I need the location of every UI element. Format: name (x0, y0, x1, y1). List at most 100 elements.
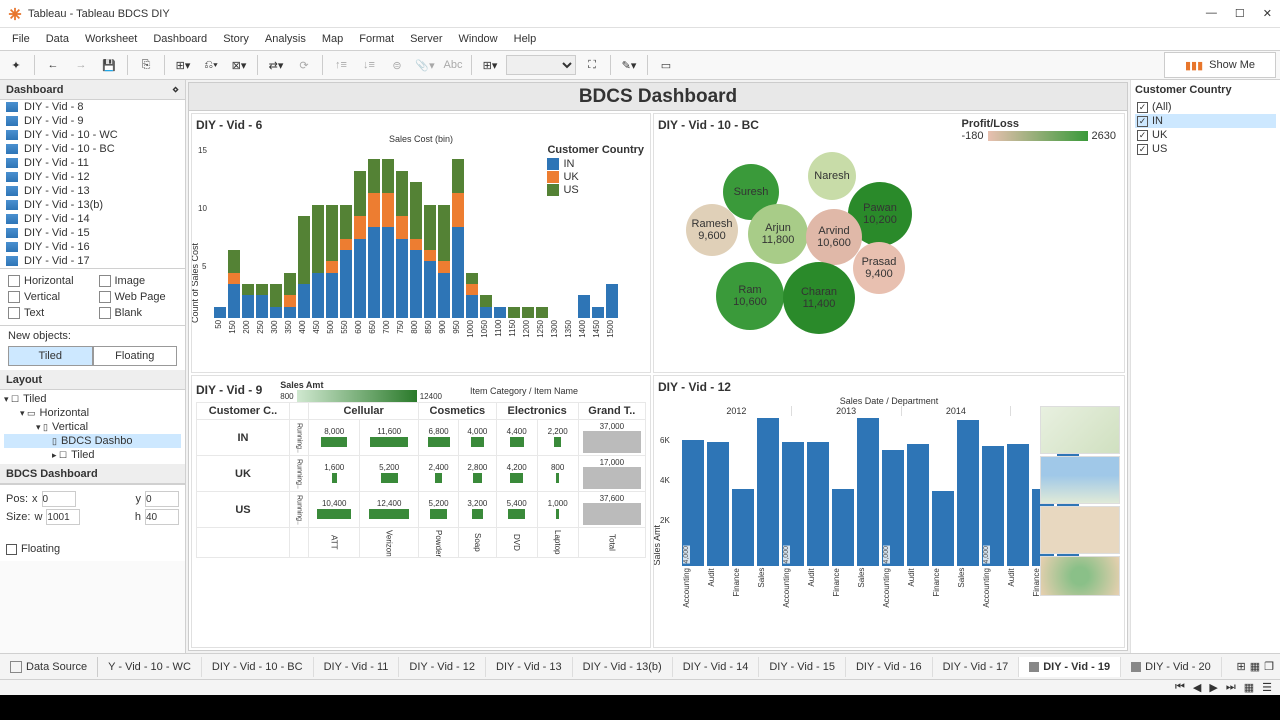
object-text[interactable]: Text (8, 307, 87, 319)
clear-icon[interactable]: ⊠▾ (227, 53, 251, 77)
minimize-button[interactable]: — (1206, 7, 1217, 20)
bubble-ram[interactable]: Ram10,600 (716, 262, 784, 330)
layout-item[interactable]: ▯BDCS Dashbo (4, 434, 181, 448)
tiled-button[interactable]: Tiled (8, 346, 93, 366)
presentation-icon[interactable]: ⛶ (580, 53, 604, 77)
filter-item-UK[interactable]: ✓UK (1135, 128, 1276, 142)
thumb-3[interactable] (1040, 506, 1120, 554)
label-icon[interactable]: Abc (441, 53, 465, 77)
new-story-icon[interactable]: ❐ (1264, 660, 1274, 673)
new-sheet-icon[interactable]: ⊞▾ (171, 53, 195, 77)
sheet-item[interactable]: DIY - Vid - 13(b) (0, 198, 185, 212)
tab-y-vid-10-wc[interactable]: Y - Vid - 10 - WC (98, 657, 202, 677)
close-button[interactable]: ✕ (1263, 7, 1272, 20)
pin-icon[interactable]: 📎▾ (413, 53, 437, 77)
tab-diy-vid-13[interactable]: DIY - Vid - 13 (486, 657, 573, 677)
forward-icon[interactable]: → (69, 53, 93, 77)
bubble-arvind[interactable]: Arvind10,600 (806, 209, 862, 265)
layout-item[interactable]: ▾ ▯Vertical (4, 420, 181, 434)
layout-item[interactable]: ▾ ☐Tiled (4, 392, 181, 406)
layout-item[interactable]: ▸ ☐Tiled (4, 448, 181, 462)
filter-item-IN[interactable]: ✓IN (1135, 114, 1276, 128)
sheet-item[interactable]: DIY - Vid - 12 (0, 170, 185, 184)
tab-diy-vid-17[interactable]: DIY - Vid - 17 (933, 657, 1020, 677)
menu-server[interactable]: Server (404, 31, 448, 47)
sheet-item[interactable]: DIY - Vid - 16 (0, 240, 185, 254)
bubble-arjun[interactable]: Arjun11,800 (748, 204, 808, 264)
menu-help[interactable]: Help (508, 31, 543, 47)
floating-button[interactable]: Floating (93, 346, 178, 366)
sheet-item[interactable]: DIY - Vid - 14 (0, 212, 185, 226)
menu-dashboard[interactable]: Dashboard (147, 31, 213, 47)
menu-window[interactable]: Window (453, 31, 504, 47)
tab-diy-vid-13-b-[interactable]: DIY - Vid - 13(b) (573, 657, 673, 677)
duplicate-icon[interactable]: ⎌▾ (199, 53, 223, 77)
thumb-1[interactable] (1040, 406, 1120, 454)
pos-y-input[interactable] (145, 491, 179, 507)
new-connection-icon[interactable]: ✦ (4, 53, 28, 77)
thumb-2[interactable] (1040, 456, 1120, 504)
pos-x-input[interactable] (42, 491, 76, 507)
tab-diy-vid-20[interactable]: DIY - Vid - 20 (1121, 657, 1222, 677)
swap-icon[interactable]: ⇄▾ (264, 53, 288, 77)
group-icon[interactable]: ⊜ (385, 53, 409, 77)
menu-data[interactable]: Data (40, 31, 75, 47)
highlight-icon[interactable]: ✎▾ (617, 53, 641, 77)
floating-checkbox[interactable] (6, 544, 17, 555)
size-w-input[interactable] (46, 509, 80, 525)
menu-format[interactable]: Format (353, 31, 400, 47)
object-web-page[interactable]: Web Page (99, 291, 178, 303)
sheet-item[interactable]: DIY - Vid - 10 - WC (0, 128, 185, 142)
sheet-item[interactable]: DIY - Vid - 10 - BC (0, 142, 185, 156)
menu-analysis[interactable]: Analysis (259, 31, 312, 47)
first-icon[interactable]: ⏮ (1175, 681, 1185, 694)
thumb-4[interactable] (1040, 556, 1120, 596)
menu-file[interactable]: File (6, 31, 36, 47)
tab-diy-vid-10-bc[interactable]: DIY - Vid - 10 - BC (202, 657, 314, 677)
size-h-input[interactable] (145, 509, 179, 525)
layout-item[interactable]: ▾ ▭Horizontal (4, 406, 181, 420)
menu-map[interactable]: Map (316, 31, 349, 47)
sheet-item[interactable]: DIY - Vid - 8 (0, 100, 185, 114)
next-icon[interactable]: ▶ (1209, 681, 1217, 694)
list-view-icon[interactable]: ☰ (1262, 681, 1272, 694)
menu-story[interactable]: Story (217, 31, 255, 47)
sheet-item[interactable]: DIY - Vid - 17 (0, 254, 185, 268)
save-icon[interactable]: 💾 (97, 53, 121, 77)
presentation2-icon[interactable]: ▭ (654, 53, 678, 77)
viz-diy-vid-9[interactable]: DIY - Vid - 9 Sales Amt 800 12400 Item C… (191, 375, 651, 648)
filter-item-US[interactable]: ✓US (1135, 142, 1276, 156)
object-vertical[interactable]: Vertical (8, 291, 87, 303)
refresh-icon[interactable]: ⟳ (292, 53, 316, 77)
new-datasource-icon[interactable]: ⎘ (134, 53, 158, 77)
viz-diy-vid-12[interactable]: DIY - Vid - 12 Sales Date / Department 2… (653, 375, 1125, 648)
bubble-ramesh[interactable]: Ramesh9,600 (686, 204, 738, 256)
datasource-tab[interactable]: Data Source (0, 657, 98, 677)
sort-asc-icon[interactable]: ↑≡ (329, 53, 353, 77)
object-image[interactable]: Image (99, 275, 178, 287)
viz-diy-vid-10-bc[interactable]: DIY - Vid - 10 - BC Profit/Loss -180 263… (653, 113, 1125, 373)
object-horizontal[interactable]: Horizontal (8, 275, 87, 287)
back-icon[interactable]: ← (41, 53, 65, 77)
bubble-prasad[interactable]: Prasad9,400 (853, 242, 905, 294)
menu-worksheet[interactable]: Worksheet (79, 31, 143, 47)
show-me-button[interactable]: ▮▮▮ Show Me (1164, 52, 1276, 78)
fit-icon[interactable]: ⊞▾ (478, 53, 502, 77)
sheet-item[interactable]: DIY - Vid - 13 (0, 184, 185, 198)
tab-diy-vid-12[interactable]: DIY - Vid - 12 (399, 657, 486, 677)
collapse-icon[interactable]: ⋄ (172, 83, 179, 96)
sheet-item[interactable]: DIY - Vid - 11 (0, 156, 185, 170)
sheet-item[interactable]: DIY - Vid - 9 (0, 114, 185, 128)
grid-view-icon[interactable]: ▦ (1244, 681, 1254, 694)
prev-icon[interactable]: ◀ (1193, 681, 1201, 694)
new-worksheet-icon[interactable]: ⊞ (1237, 660, 1246, 673)
tab-diy-vid-19[interactable]: DIY - Vid - 19 (1019, 657, 1121, 677)
tab-diy-vid-14[interactable]: DIY - Vid - 14 (673, 657, 760, 677)
bubble-charan[interactable]: Charan11,400 (783, 262, 855, 334)
new-dashboard-icon[interactable]: ▦ (1250, 660, 1260, 673)
tab-diy-vid-16[interactable]: DIY - Vid - 16 (846, 657, 933, 677)
tab-diy-vid-15[interactable]: DIY - Vid - 15 (759, 657, 846, 677)
tab-diy-vid-11[interactable]: DIY - Vid - 11 (314, 657, 400, 677)
viz-diy-vid-6[interactable]: DIY - Vid - 6 Sales Cost (bin) Count of … (191, 113, 651, 373)
fit-select[interactable] (506, 55, 576, 75)
